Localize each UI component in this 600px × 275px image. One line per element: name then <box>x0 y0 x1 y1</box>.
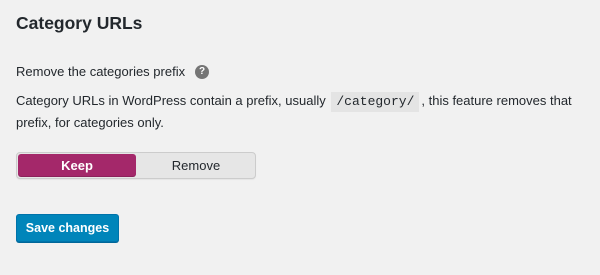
category-prefix-code: /category/ <box>331 92 420 112</box>
toggle-keep-option[interactable]: Keep <box>18 154 136 177</box>
setting-label-row: Remove the categories prefix ? <box>16 64 210 79</box>
page-title: Category URLs <box>16 13 143 33</box>
toggle-remove-option[interactable]: Remove <box>137 153 255 178</box>
setting-label: Remove the categories prefix <box>16 64 186 79</box>
save-button[interactable]: Save changes <box>16 214 119 242</box>
prefix-toggle: Keep Remove <box>16 152 256 179</box>
description-text-before: Category URLs in WordPress contain a pre… <box>16 93 326 108</box>
help-icon[interactable]: ? <box>195 64 210 79</box>
setting-description: Category URLs in WordPress contain a pre… <box>16 90 591 134</box>
